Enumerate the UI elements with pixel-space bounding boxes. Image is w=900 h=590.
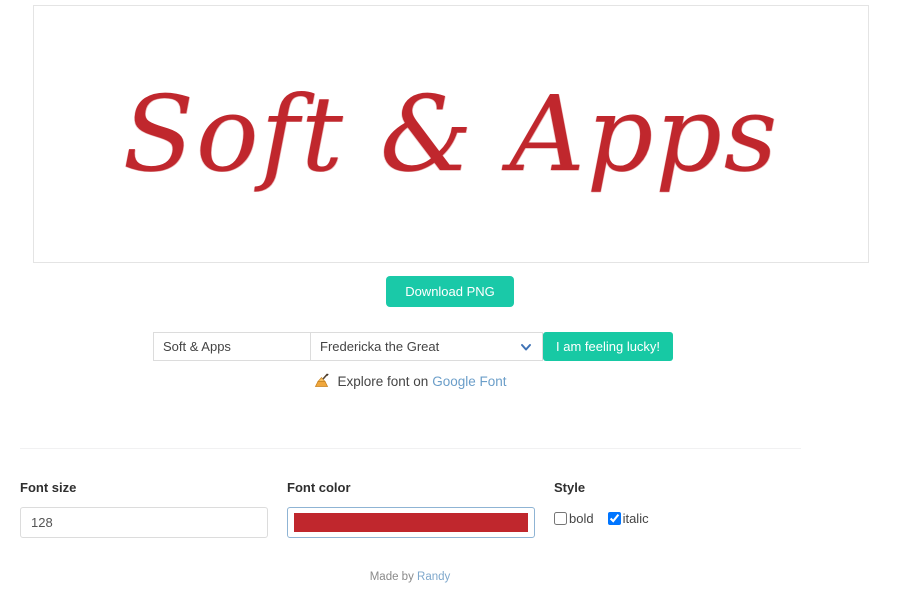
font-size-group: Font size [20, 480, 268, 538]
explore-font-row: Explore font on Google Font [0, 372, 820, 390]
bold-checkbox-group[interactable]: bold [554, 511, 594, 526]
font-family-select[interactable]: Fredericka the Great [310, 332, 543, 361]
download-row: Download PNG [0, 276, 900, 307]
style-label: Style [554, 480, 586, 495]
font-preview-page: Soft & Apps Download PNG Fredericka the … [0, 0, 900, 590]
italic-checkbox-group[interactable]: italic [607, 511, 649, 526]
section-divider [20, 448, 801, 449]
footer: Made by Randy [0, 571, 820, 583]
style-checkbox-row: bold italic [554, 511, 724, 526]
font-size-label: Font size [20, 480, 77, 495]
preview-canvas: Soft & Apps [33, 5, 869, 263]
italic-checkbox[interactable] [607, 512, 621, 525]
font-color-input[interactable] [287, 507, 535, 538]
font-select-wrapper: Fredericka the Great [310, 332, 543, 361]
preview-text-input[interactable] [153, 332, 310, 361]
italic-label: italic [622, 511, 649, 526]
footer-prefix: Made by [369, 571, 418, 583]
font-form-row: Fredericka the Great I am feeling lucky! [153, 332, 674, 361]
style-group: Style bold italic [554, 480, 724, 526]
google-font-link[interactable]: Google Font [432, 374, 506, 389]
download-png-button[interactable]: Download PNG [386, 276, 514, 307]
font-color-swatch [294, 513, 528, 532]
bold-label: bold [569, 511, 594, 526]
bold-checkbox[interactable] [554, 512, 567, 525]
font-size-input[interactable] [20, 507, 268, 538]
feeling-lucky-button[interactable]: I am feeling lucky! [543, 332, 674, 361]
preview-text: Soft & Apps [122, 73, 780, 195]
font-color-label: Font color [287, 480, 351, 495]
font-color-group: Font color [287, 480, 535, 538]
explore-font-label: Explore font on [337, 373, 429, 389]
controls-section: Font size Font color Style bold italic [0, 480, 900, 540]
author-link[interactable]: Randy [417, 571, 450, 583]
writing-hand-icon [313, 372, 331, 390]
